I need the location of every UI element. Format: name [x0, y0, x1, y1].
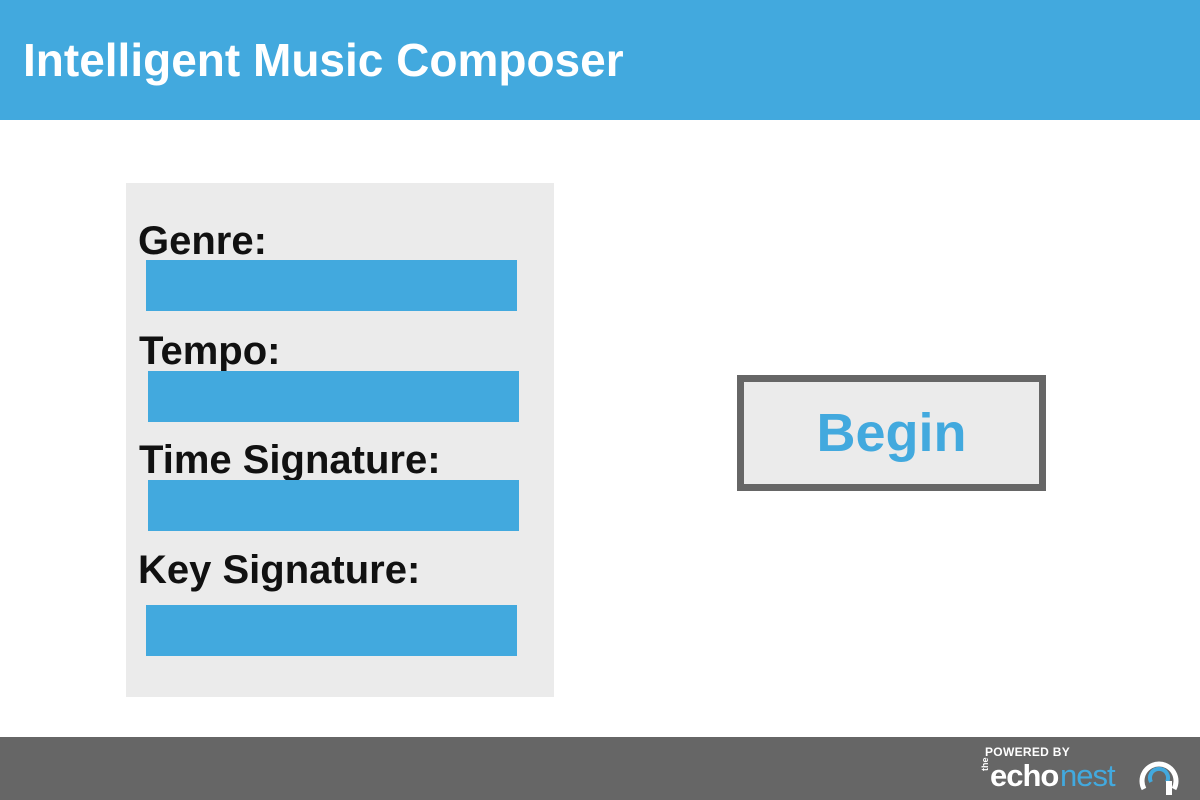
settings-form-panel: Genre: Tempo: Time Signature: Key Signat…: [126, 183, 554, 697]
genre-input[interactable]: [146, 260, 517, 311]
key-signature-input[interactable]: [146, 605, 517, 656]
key-signature-label: Key Signature:: [138, 548, 421, 592]
echonest-arc-icon: [1139, 761, 1179, 795]
brand-nest-text: nest: [1060, 758, 1116, 793]
brand-the-text: the: [980, 757, 990, 772]
app-window: Intelligent Music Composer Genre: Tempo:…: [0, 0, 1200, 800]
app-header: Intelligent Music Composer: [0, 0, 1200, 120]
app-title: Intelligent Music Composer: [23, 34, 624, 86]
footer-bar: POWERED BY the echo nest: [0, 737, 1200, 800]
genre-label: Genre:: [138, 219, 267, 263]
time-signature-label: Time Signature:: [139, 438, 441, 482]
begin-button[interactable]: Begin: [737, 375, 1046, 491]
powered-by-echonest-logo: POWERED BY the echo nest: [980, 745, 1186, 797]
tempo-label: Tempo:: [139, 329, 281, 373]
time-signature-input[interactable]: [148, 480, 519, 531]
tempo-input[interactable]: [148, 371, 519, 422]
brand-echo-text: echo: [990, 758, 1059, 793]
